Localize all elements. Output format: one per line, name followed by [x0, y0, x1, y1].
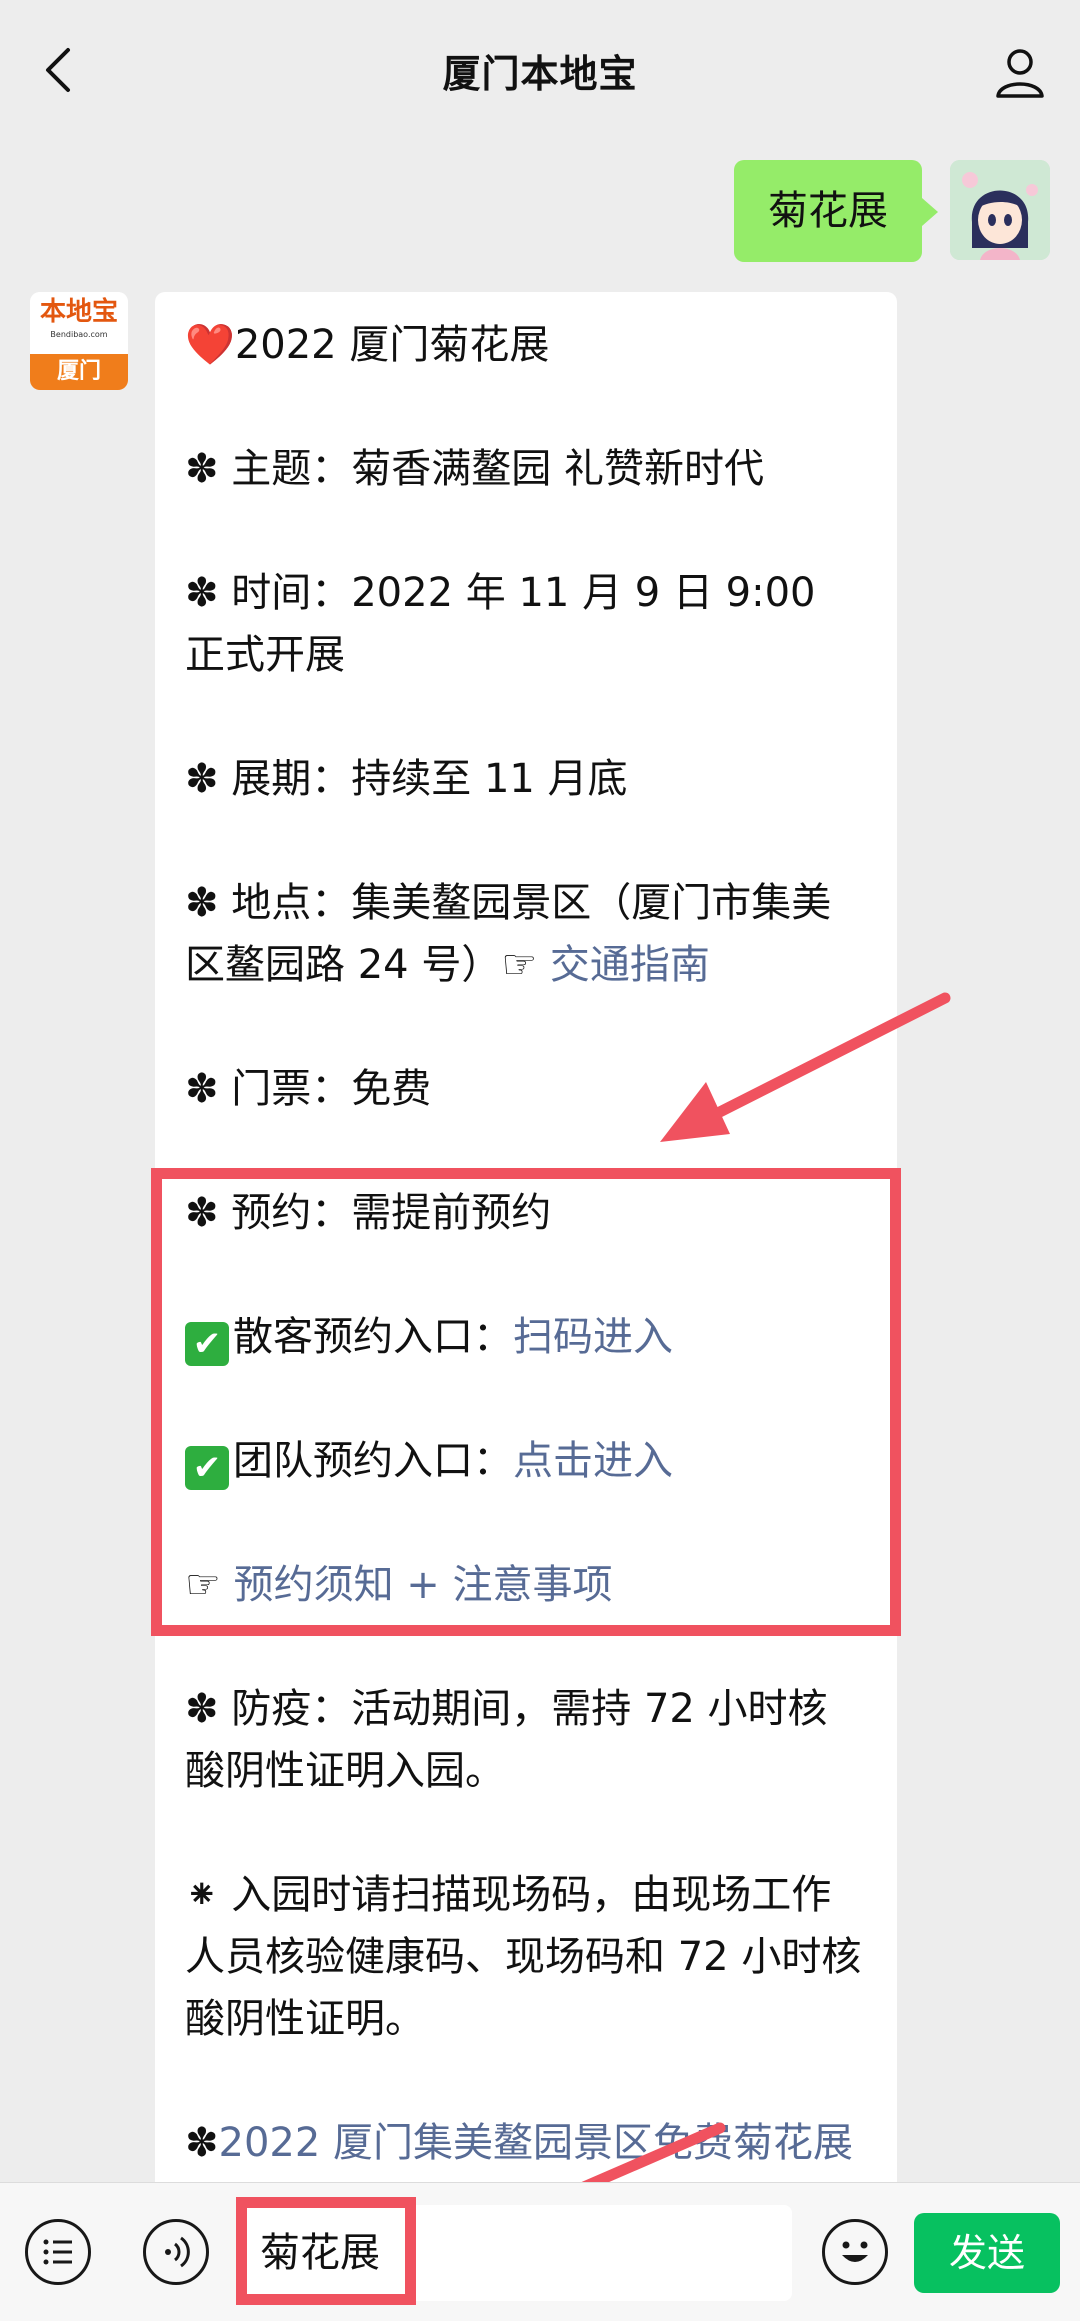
heart-icon: ❤️: [185, 322, 235, 368]
person-icon[interactable]: [990, 42, 1050, 102]
notice-line: ☞ 预约须知 + 注意事项: [185, 1554, 867, 1616]
incoming-message-bubble: ❤️2022 厦门菊花展 ✽ 主题：菊香满鳌园 礼赞新时代 ✽ 时间：2022 …: [155, 292, 897, 2192]
send-button[interactable]: 发送: [914, 2213, 1060, 2293]
flower-bullet-icon: ✽: [185, 1686, 219, 1732]
avatar-logo: 本地宝 Bendibao.com: [30, 292, 128, 352]
group-reserve-line: ✔ 团队预约入口：点击进入: [185, 1430, 867, 1492]
bendibao-avatar[interactable]: 本地宝 Bendibao.com 厦门: [30, 292, 128, 390]
period-line: ✽ 展期：持续至 11 月底: [185, 756, 628, 802]
avatar-city-label: 厦门: [30, 354, 128, 390]
entry-note-line: ⁕ 入园时请扫描现场码，由现场工作人员核验健康码、现场码和 72 小时核酸阴性证…: [185, 1872, 862, 2042]
smiley-icon[interactable]: [822, 2219, 888, 2285]
chat-title: 厦门本地宝: [442, 51, 638, 96]
input-bar: 菊花展 发送: [0, 2182, 1080, 2321]
traffic-guide-link[interactable]: 交通指南: [550, 942, 710, 988]
flower-bullet-icon: ✽: [185, 756, 219, 802]
chat-header: 厦门本地宝: [0, 0, 1080, 140]
flower-bullet-icon: ✽: [185, 2120, 219, 2166]
chrysanthemum-exhibition-link[interactable]: 2022 厦门集美鳌园景区免费菊花展: [219, 2120, 854, 2166]
voice-icon[interactable]: [143, 2219, 209, 2285]
message-title: ❤️2022 厦门菊花展: [185, 322, 550, 368]
list-icon[interactable]: [25, 2219, 91, 2285]
click-enter-link[interactable]: 点击进入: [513, 1438, 673, 1484]
flower-bullet-icon: ✽: [185, 1066, 219, 1112]
reservation-notice-link[interactable]: 预约须知 + 注意事项: [234, 1562, 613, 1608]
flower-bullet-icon: ✽: [185, 880, 219, 926]
pointing-hand-icon: ☞: [185, 1562, 221, 1608]
flower-bullet-icon: ✽: [185, 1190, 219, 1236]
asterisk-bullet-icon: ⁕: [185, 1872, 219, 1918]
footer-line: ✽2022 厦门集美鳌园景区免费菊花展: [185, 2112, 867, 2174]
time-line: ✽ 时间：2022 年 11 月 9 日 9:00 正式开展: [185, 570, 816, 678]
epidemic-line: ✽ 防疫：活动期间，需持 72 小时核酸阴性证明入园。: [185, 1686, 828, 1794]
theme-line: ✽ 主题：菊香满鳌园 礼赞新时代: [185, 446, 764, 492]
scan-code-link[interactable]: 扫码进入: [513, 1314, 673, 1360]
chevron-left-icon[interactable]: [30, 40, 90, 100]
reserve-line: ✽ 预约：需提前预约: [185, 1190, 552, 1236]
check-mark-icon: ✔: [185, 1446, 229, 1490]
anime-girl-avatar-image: [950, 160, 1050, 260]
check-mark-icon: ✔: [185, 1322, 229, 1366]
flower-bullet-icon: ✽: [185, 570, 219, 616]
pointing-hand-icon: ☞: [501, 942, 538, 988]
individual-reserve-line: ✔ 散客预约入口：扫码进入: [185, 1306, 867, 1368]
flower-bullet-icon: ✽: [185, 446, 219, 492]
location-line: ✽ 地点：集美鳌园景区（厦门市集美区鳌园路 24 号）☞ 交通指南: [185, 880, 832, 988]
user-avatar[interactable]: [950, 160, 1050, 260]
outgoing-message-bubble[interactable]: 菊花展: [734, 160, 938, 262]
input-highlight-box: [236, 2197, 416, 2305]
ticket-line: ✽ 门票：免费: [185, 1066, 432, 1112]
